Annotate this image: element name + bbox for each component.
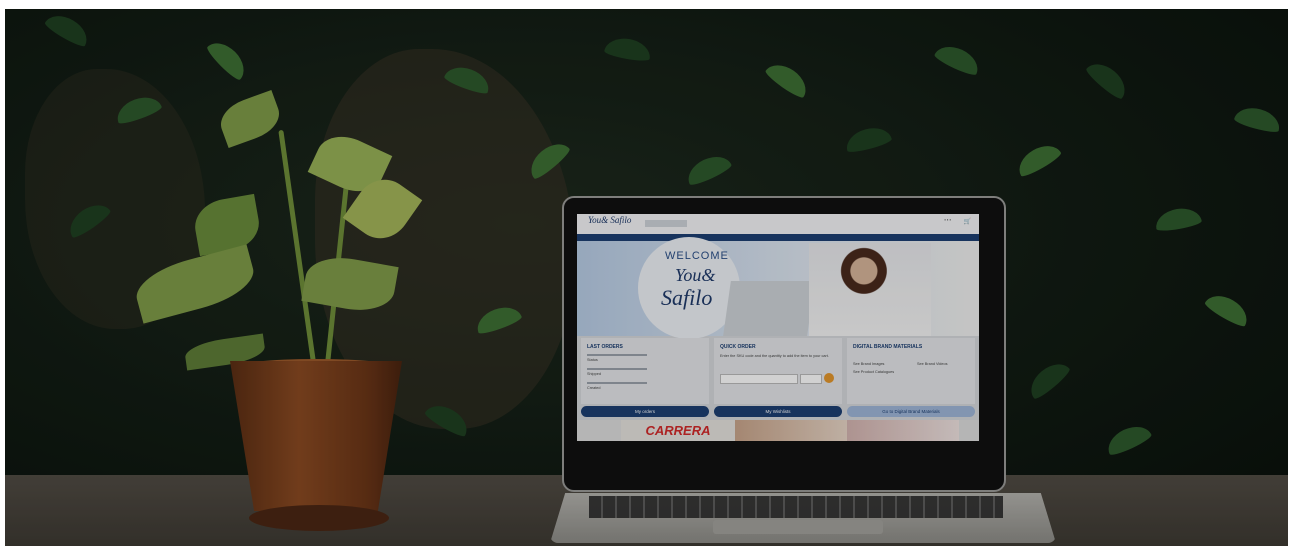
hero-welcome: WELCOME (665, 250, 729, 262)
foliage-leaf (1102, 420, 1154, 458)
digital-materials-button: Go to Digital Brand Materials (847, 406, 975, 417)
foliage-leaf (603, 35, 653, 63)
foliage-leaf (843, 123, 893, 155)
foliage-leaf (1203, 288, 1253, 330)
quick-order-text: Enter the SKU code and the quantity to a… (720, 354, 829, 358)
foliage-leaf (43, 9, 93, 50)
my-wishlists-button: My Wishlists (714, 406, 842, 417)
hero-laptop (723, 281, 815, 336)
order-status: Status (587, 358, 598, 362)
laptop-trackpad (713, 520, 883, 534)
brand-materials-panel: DIGITAL BRAND MATERIALS See Brand Images… (847, 338, 975, 404)
foliage-leaf (1023, 356, 1073, 402)
account-area: ▪ ▪ ▪ (944, 217, 951, 222)
panel-title: DIGITAL BRAND MATERIALS (853, 344, 923, 350)
hero-banner: WELCOME You& Safilo (577, 237, 979, 339)
hero-you: You& (675, 265, 716, 285)
order-line (587, 354, 647, 356)
laptop-screen: You& Safilo ▪ ▪ ▪ 🛒 Brands New in Orders… (577, 214, 979, 441)
brand-image (735, 420, 847, 441)
sku-input (720, 374, 798, 384)
materials-link: See Brand Images (853, 362, 885, 366)
last-orders-panel: LAST ORDERS Status Shipped Created (581, 338, 709, 404)
qty-input (800, 374, 822, 384)
foliage-leaf (763, 57, 813, 101)
cart-icon: 🛒 (963, 219, 971, 225)
foliage-leaf (932, 40, 984, 78)
my-orders-button: My orders (581, 406, 709, 417)
foliage-leaf (1013, 138, 1063, 180)
order-line (587, 368, 647, 370)
panel-title: LAST ORDERS (587, 344, 623, 350)
background-photo: You& Safilo ▪ ▪ ▪ 🛒 Brands New in Orders… (5, 9, 1288, 546)
materials-link: See Product Catalogues (853, 370, 895, 374)
foliage-leaf (1233, 103, 1283, 135)
plant-leaf (214, 89, 286, 149)
foliage-leaf (204, 35, 252, 83)
brand-select (645, 220, 687, 227)
order-line (587, 382, 647, 384)
order-status: Shipped (587, 372, 601, 376)
site-logo: You& Safilo (588, 215, 632, 225)
laptop-keyboard (589, 496, 1003, 518)
pot-saucer (249, 505, 389, 531)
site-nav: Brands New in Orders Wishlist (577, 234, 979, 248)
order-status: Created (587, 386, 601, 390)
go-button (824, 373, 834, 383)
hero-woman (809, 243, 931, 336)
foliage-leaf (1153, 205, 1203, 233)
carrera-banner: CARRERA (621, 420, 735, 441)
site-header: You& Safilo ▪ ▪ ▪ 🛒 (577, 214, 979, 234)
brand-image (847, 420, 959, 441)
materials-link: See Brand Videos (917, 362, 948, 366)
panel-title: QUICK ORDER (720, 344, 756, 350)
hero-safilo: Safilo (661, 285, 713, 310)
foliage-leaf (682, 150, 734, 188)
coco-pot (230, 361, 402, 511)
quick-order-panel: QUICK ORDER Enter the SKU code and the q… (714, 338, 842, 404)
foliage-leaf (1083, 56, 1133, 102)
